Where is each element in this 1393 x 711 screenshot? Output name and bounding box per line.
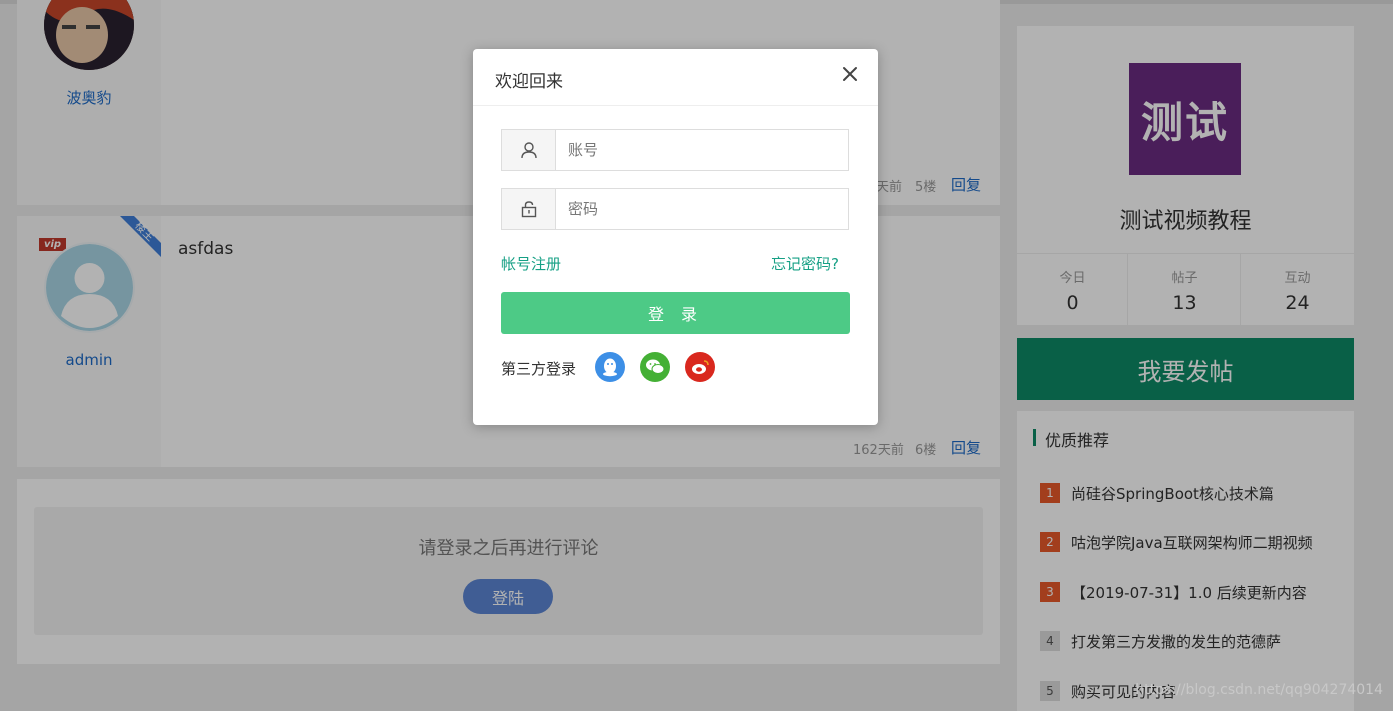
account-field <box>501 129 849 171</box>
lock-icon <box>502 189 556 229</box>
password-field <box>501 188 849 230</box>
password-input[interactable] <box>556 189 848 229</box>
login-modal: 欢迎回来 帐号注册 忘记密码? 登 录 第三方登录 <box>473 49 878 425</box>
register-link[interactable]: 帐号注册 <box>501 253 561 274</box>
close-icon[interactable] <box>839 63 861 85</box>
watermark: https://blog.csdn.net/qq904274014 <box>1135 682 1383 698</box>
weibo-login-icon[interactable] <box>685 352 715 382</box>
login-button[interactable]: 登 录 <box>501 292 850 334</box>
modal-title: 欢迎回来 <box>495 72 563 92</box>
modal-divider <box>473 105 878 106</box>
forgot-password-link[interactable]: 忘记密码? <box>771 253 839 274</box>
account-input[interactable] <box>556 130 848 170</box>
user-icon <box>502 130 556 170</box>
qq-login-icon[interactable] <box>595 352 625 382</box>
wechat-login-icon[interactable] <box>640 352 670 382</box>
third-party-label: 第三方登录 <box>501 360 577 378</box>
